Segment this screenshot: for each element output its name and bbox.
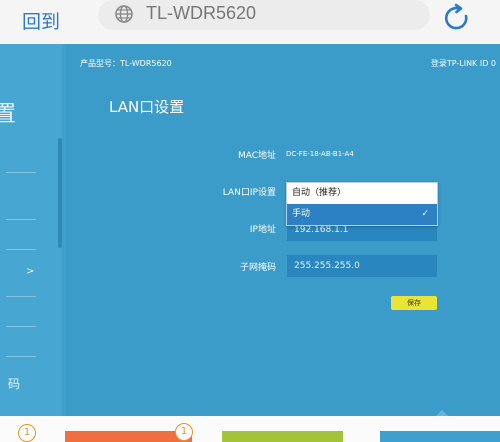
sidebar-scrollbar[interactable]	[58, 138, 62, 248]
lan-ip-setting-dropdown[interactable]: 自动（推荐） 手动 ✓	[286, 182, 438, 226]
page-title: LAN口设置	[109, 98, 185, 116]
option-auto[interactable]: 自动（推荐）	[287, 183, 437, 204]
sidebar-partial-label: 置	[0, 102, 17, 127]
option-manual-label: 手动	[292, 209, 311, 219]
router-admin-page: 置 > 码 产品型号：TL-WDR5620 登录TP-LINK ID 0 LAN…	[0, 44, 500, 416]
notification-badge: 1	[175, 423, 193, 441]
menu-tile[interactable]	[222, 431, 343, 442]
sidebar-divider	[6, 249, 36, 250]
notification-badge: 1	[18, 424, 36, 442]
option-manual[interactable]: 手动 ✓	[287, 204, 437, 225]
subnet-mask-label: 子网掩码	[239, 263, 276, 273]
subnet-mask-field[interactable]: 255.255.255.0	[287, 255, 437, 277]
sidebar: 置 > 码	[0, 44, 62, 416]
mac-address-label: MAC地址	[237, 151, 276, 161]
chevron-right-icon[interactable]: >	[26, 266, 34, 277]
menu-tile[interactable]	[380, 431, 500, 442]
check-icon: ✓	[421, 209, 429, 219]
sidebar-partial-label: 码	[8, 377, 21, 391]
save-button[interactable]: 保存	[391, 296, 437, 310]
refresh-icon[interactable]	[440, 2, 472, 34]
sidebar-divider	[6, 326, 36, 327]
login-tplink-id-link[interactable]: 登录TP-LINK ID 0	[431, 58, 496, 69]
address-bar[interactable]: TL-WDR5620	[98, 0, 430, 30]
browser-toolbar: 回到 TL-WDR5620	[0, 0, 500, 44]
back-button[interactable]: 回到	[22, 7, 60, 34]
lan-ip-setting-label: LAN口IP设置	[222, 188, 276, 198]
ip-address-label: IP地址	[249, 225, 276, 235]
globe-icon	[115, 5, 133, 23]
product-model: 产品型号：TL-WDR5620	[80, 59, 172, 68]
sidebar-divider	[6, 219, 36, 220]
main-panel: 产品型号：TL-WDR5620 登录TP-LINK ID 0 LAN口设置 MA…	[66, 44, 500, 416]
url-text: TL-WDR5620	[146, 3, 257, 23]
sidebar-divider	[6, 296, 36, 297]
mac-address-value: DC-FE-18-AB-B1-A4	[286, 150, 354, 158]
sidebar-divider	[6, 356, 36, 357]
sidebar-divider	[6, 172, 36, 173]
menu-tile[interactable]	[65, 431, 192, 442]
